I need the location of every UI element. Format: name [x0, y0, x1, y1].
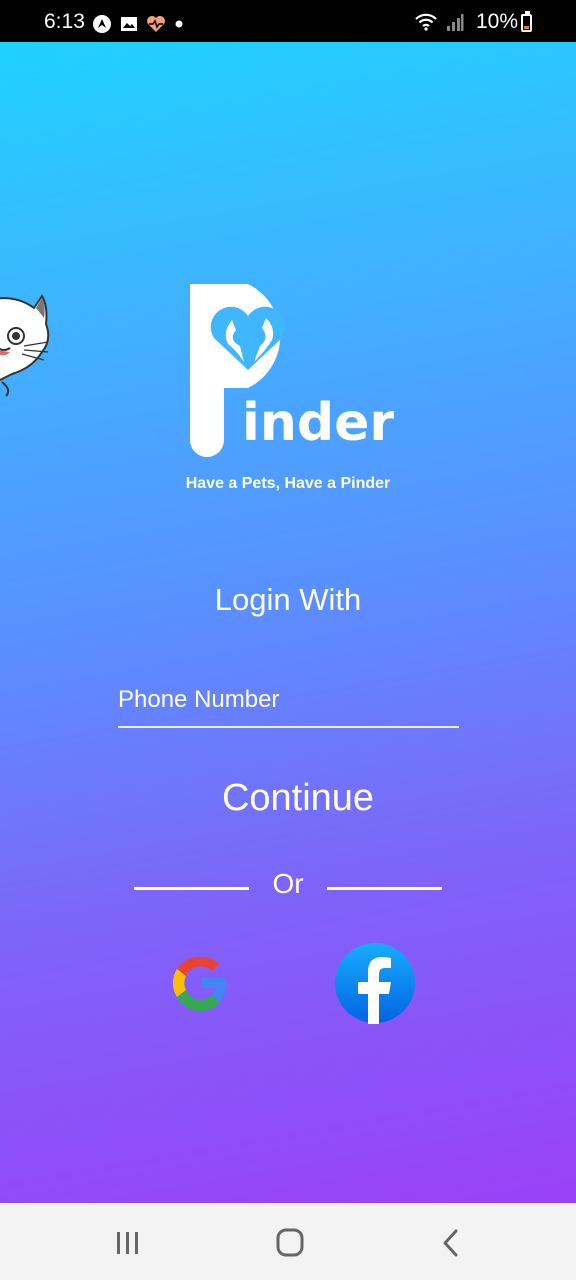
wifi-icon	[415, 13, 437, 31]
notification-icons	[92, 14, 184, 34]
battery-percent: 10%	[475, 10, 518, 33]
status-time: 6:13	[44, 10, 85, 33]
google-icon[interactable]	[160, 942, 242, 1024]
signal-icon	[447, 14, 464, 31]
or-divider-text: Or	[272, 868, 304, 899]
home-icon[interactable]	[270, 1225, 310, 1261]
status-bar: 6:13 10%	[0, 0, 576, 42]
gallery-icon	[121, 17, 137, 31]
dot-icon	[175, 20, 183, 28]
divider-line-left	[134, 887, 249, 890]
back-icon[interactable]	[432, 1225, 472, 1261]
system-nav-bar	[0, 1203, 576, 1280]
facebook-icon[interactable]	[334, 942, 416, 1024]
continue-button[interactable]: Continue	[178, 770, 418, 826]
tagline: Have a Pets, Have a Pinder	[185, 475, 391, 492]
login-title: Login With	[214, 582, 362, 617]
battery-icon	[521, 11, 532, 32]
phone-number-field[interactable]: Phone Number	[118, 682, 459, 728]
login-screen: inder Have a Pets, Have a Pinder Login W…	[0, 42, 576, 1203]
connectivity-icons	[414, 12, 464, 32]
pinder-logo: inder	[184, 280, 395, 462]
nav-app-icon	[93, 15, 111, 33]
divider-line-right	[327, 887, 442, 890]
recents-icon[interactable]	[108, 1225, 148, 1261]
cat-illustration	[0, 294, 50, 397]
health-icon	[147, 16, 165, 32]
logo-wordmark: inder	[242, 393, 394, 453]
pinder-logo-mark: inder	[190, 284, 395, 457]
phone-number-placeholder: Phone Number	[118, 686, 280, 713]
